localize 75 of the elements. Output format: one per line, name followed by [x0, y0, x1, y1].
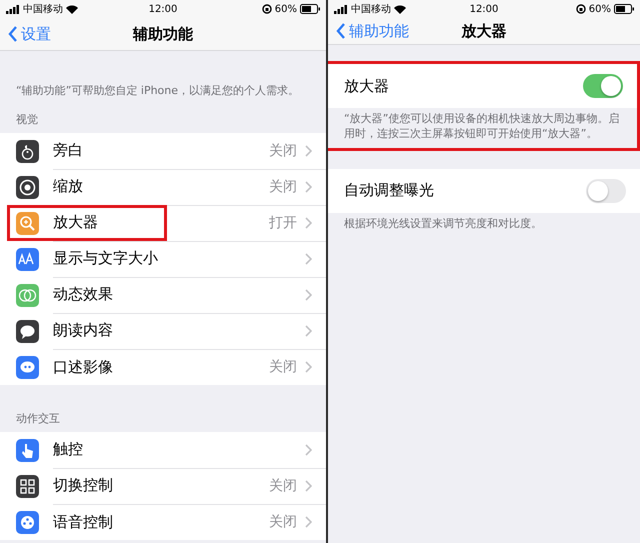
footer-note: 根据环境光线设置来调节亮度和对比度。 — [343, 216, 543, 232]
settings-row[interactable]: 朗读内容 — [0, 313, 326, 349]
toggle-switch[interactable] — [586, 178, 626, 203]
chevron-icon — [305, 324, 312, 336]
carrier-name: 中国移动 — [23, 2, 63, 16]
wifi-icon — [66, 4, 78, 14]
setting-label: 触控 — [53, 440, 83, 459]
chevron-icon — [305, 480, 312, 492]
settings-row[interactable]: 显示与文字大小 — [0, 241, 326, 277]
setting-value: 关闭 — [269, 513, 297, 531]
settings-row[interactable]: 触控 — [0, 432, 326, 468]
toggle-switch[interactable] — [583, 74, 623, 98]
settings-row[interactable]: 切换控制 关闭 — [0, 468, 326, 504]
battery-percent: 60% — [274, 4, 297, 14]
settings-row[interactable]: 缩放 关闭 — [0, 169, 326, 205]
setting-value: 关闭 — [269, 358, 297, 376]
chevron-icon — [305, 216, 312, 228]
setting-label: 显示与文字大小 — [53, 249, 158, 268]
setting-label: 放大器 — [53, 213, 98, 232]
signal-icon — [6, 4, 20, 14]
chevron-icon — [305, 361, 312, 373]
setting-icon — [16, 474, 39, 498]
page-title: 放大器 — [462, 22, 506, 40]
chevron-icon — [305, 144, 312, 156]
intro-text: “辅助功能”可帮助您自定 iPhone，以满足您的个人需求。 — [15, 83, 300, 99]
battery-icon — [300, 4, 320, 14]
setting-label: 旁白 — [53, 141, 83, 160]
setting-value: 打开 — [269, 214, 297, 232]
setting-label: 朗读内容 — [53, 321, 113, 340]
section-header: 视觉 — [15, 112, 39, 128]
section-header: 动作交互 — [15, 411, 61, 427]
setting-value: 关闭 — [269, 142, 297, 160]
back-chevron-icon — [8, 26, 18, 42]
back-button[interactable]: 设置 — [0, 24, 59, 44]
setting-value: 关闭 — [269, 476, 297, 494]
setting-label: 语音控制 — [53, 512, 113, 532]
status-time: 12:00 — [148, 4, 178, 14]
setting-icon — [16, 212, 39, 234]
back-button[interactable]: 辅助功能 — [328, 22, 417, 40]
chevron-icon — [305, 516, 312, 528]
settings-row[interactable]: 语音控制 关闭 — [0, 504, 326, 540]
setting-label: 口述影像 — [53, 358, 113, 376]
back-chevron-icon — [336, 23, 346, 39]
setting-icon — [16, 356, 39, 378]
chevron-icon — [305, 180, 312, 192]
setting-icon — [16, 140, 39, 162]
page-title: 辅助功能 — [133, 24, 193, 44]
setting-icon — [16, 320, 39, 342]
settings-row[interactable]: 口述影像 关闭 — [0, 349, 326, 385]
wifi-icon — [394, 4, 406, 14]
battery-icon — [614, 4, 634, 14]
carrier-name: 中国移动 — [351, 2, 391, 16]
settings-row[interactable]: 旁白 关闭 — [0, 133, 326, 169]
setting-icon — [16, 438, 39, 462]
setting-icon — [16, 176, 39, 198]
signal-icon — [334, 4, 348, 14]
chevron-icon — [305, 252, 312, 264]
setting-icon — [16, 248, 39, 270]
settings-row[interactable]: 放大器 打开 — [0, 205, 326, 241]
settings-row[interactable]: 动态效果 — [0, 277, 326, 313]
footer-note: “放大器”使您可以使用设备的相机快速放大周边事物。启用时，连按三次主屏幕按钮即可开始使用“放大器”。 — [343, 111, 620, 142]
battery-percent: 60% — [588, 4, 611, 14]
chevron-icon — [305, 288, 312, 300]
status-time: 12:00 — [470, 4, 498, 14]
setting-label: 切换控制 — [53, 476, 113, 495]
setting-icon — [16, 510, 39, 534]
setting-label: 放大器 — [344, 76, 389, 96]
setting-icon — [16, 284, 39, 306]
setting-label: 自动调整曝光 — [344, 181, 434, 200]
setting-value: 关闭 — [269, 178, 297, 196]
chevron-icon — [305, 444, 312, 456]
rotation-lock-icon — [576, 4, 586, 14]
setting-label: 缩放 — [53, 177, 83, 196]
setting-label: 动态效果 — [53, 285, 113, 304]
rotation-lock-icon — [262, 4, 272, 14]
